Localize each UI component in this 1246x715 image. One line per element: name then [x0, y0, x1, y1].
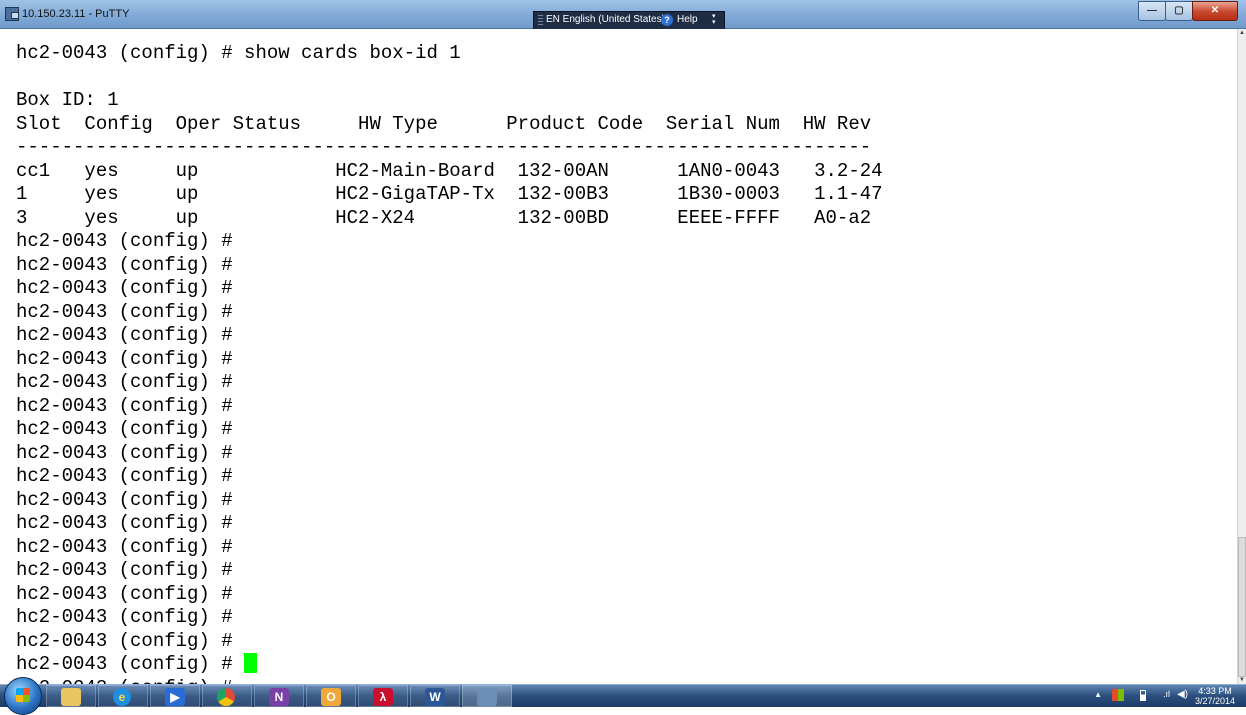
minimize-button[interactable]: — [1138, 1, 1166, 21]
window-titlebar[interactable]: 10.150.23.11 - PuTTY EN English (United … [0, 0, 1246, 30]
terminal-line: 1 yes up HC2-GigaTAP-Tx 132-00B3 1B30-00… [16, 183, 883, 205]
terminal-line: hc2-0043 (config) # [16, 653, 245, 675]
maximize-icon: ▢ [1174, 5, 1184, 16]
terminal-line: hc2-0043 (config) # [16, 677, 233, 685]
terminal-line: hc2-0043 (config) # [16, 300, 233, 323]
terminal-line: Box ID: 1 [16, 89, 119, 111]
close-icon: ✕ [1210, 5, 1220, 16]
folder-icon [61, 688, 81, 706]
options-icon[interactable]: ▾ ▾ [712, 13, 720, 26]
maximize-button[interactable]: ▢ [1165, 1, 1193, 21]
scroll-down-icon[interactable]: ▼ [1239, 677, 1245, 683]
outlook-icon: O [321, 688, 341, 706]
word-icon: W [425, 688, 445, 706]
window-title: 10.150.23.11 - PuTTY [22, 8, 130, 20]
clock-date: 3/27/2014 [1194, 696, 1236, 706]
terminal-line: hc2-0043 (config) # [16, 324, 233, 346]
terminal-line: 3 yes up HC2-X24 132-00BD EEEE-FFFF A0-a… [16, 206, 872, 229]
terminal-line: hc2-0043 (config) # [16, 465, 233, 487]
terminal-line: hc2-0043 (config) # [16, 441, 233, 464]
terminal-line: hc2-0043 (config) # [16, 582, 233, 605]
terminal-line: hc2-0043 (config) # [16, 230, 233, 252]
putty-icon [477, 688, 497, 706]
scrollbar-thumb[interactable] [1238, 537, 1246, 677]
terminal-line: hc2-0043 (config) # [16, 606, 233, 628]
language-selector[interactable]: EN English (United States) [546, 14, 665, 25]
close-button[interactable]: ✕ [1192, 1, 1238, 21]
terminal-line: hc2-0043 (config) # [16, 418, 233, 440]
action-center-flag-icon[interactable] [1112, 689, 1124, 701]
start-button[interactable] [4, 677, 42, 715]
clock[interactable]: 4:33 PM 3/27/2014 [1190, 686, 1240, 706]
terminal-line: hc2-0043 (config) # [16, 629, 233, 652]
network-signal-icon[interactable]: .ıl [1163, 689, 1170, 699]
language-bar[interactable]: EN English (United States) ? Help ▾ ▾ [533, 11, 725, 30]
terminal-line: hc2-0043 (config) # [16, 371, 233, 393]
terminal-line: ----------------------------------------… [16, 136, 872, 158]
taskbar-explorer-button[interactable] [46, 685, 96, 707]
terminal-line: hc2-0043 (config) # [16, 394, 233, 417]
taskbar-acrobat-button[interactable]: λ [358, 685, 408, 707]
onenote-icon: N [269, 688, 289, 706]
terminal-line: hc2-0043 (config) # [16, 559, 233, 581]
acrobat-icon: λ [373, 688, 393, 706]
putty-app-icon[interactable] [5, 7, 19, 21]
vertical-scrollbar[interactable]: ▲ ▼ [1237, 29, 1246, 684]
taskbar-outlook-button[interactable]: O [306, 685, 356, 707]
scroll-up-icon[interactable]: ▲ [1239, 30, 1245, 36]
terminal-line: hc2-0043 (config) # show cards box-id 1 [16, 42, 461, 64]
taskbar: e ▶ N O λ W ▲ .ıl ◀) 4:33 PM 3/27/2014 [0, 677, 1246, 715]
ie-icon: e [113, 688, 131, 706]
terminal-line: Slot Config Oper Status HW Type Product … [16, 112, 872, 135]
terminal-line: hc2-0043 (config) # [16, 277, 233, 299]
taskbar-onenote-button[interactable]: N [254, 685, 304, 707]
terminal-line: cc1 yes up HC2-Main-Board 132-00AN 1AN0-… [16, 159, 883, 182]
window-controls: — ▢ ✕ [1138, 1, 1238, 21]
media-player-icon: ▶ [165, 688, 185, 706]
taskbar-chrome-button[interactable] [202, 685, 252, 707]
terminal-area[interactable]: hc2-0043 (config) # show cards box-id 1 … [0, 29, 1237, 684]
taskbar-ie-button[interactable]: e [98, 685, 148, 707]
volume-icon[interactable]: ◀) [1177, 689, 1188, 700]
terminal-cursor [244, 653, 258, 673]
minimize-icon: — [1147, 5, 1157, 16]
terminal-line: hc2-0043 (config) # [16, 512, 233, 534]
taskbar-putty-button[interactable] [462, 685, 512, 707]
show-hidden-icons-icon[interactable]: ▲ [1094, 690, 1102, 699]
clock-time: 4:33 PM [1198, 686, 1232, 696]
terminal-line: hc2-0043 (config) # [16, 488, 233, 511]
terminal-line: hc2-0043 (config) # [16, 253, 233, 276]
taskbar-media-player-button[interactable]: ▶ [150, 685, 200, 707]
terminal-output[interactable]: hc2-0043 (config) # show cards box-id 1 … [16, 42, 883, 684]
terminal-line: hc2-0043 (config) # [16, 347, 233, 370]
battery-icon[interactable] [1140, 690, 1146, 701]
help-icon[interactable]: ? [661, 14, 673, 26]
grip-icon[interactable] [538, 15, 543, 25]
terminal-line: hc2-0043 (config) # [16, 535, 233, 558]
help-label[interactable]: Help [677, 14, 698, 25]
taskbar-word-button[interactable]: W [410, 685, 460, 707]
system-tray: ▲ .ıl ◀) 4:33 PM 3/27/2014 [1062, 685, 1242, 707]
chrome-icon [217, 688, 235, 706]
